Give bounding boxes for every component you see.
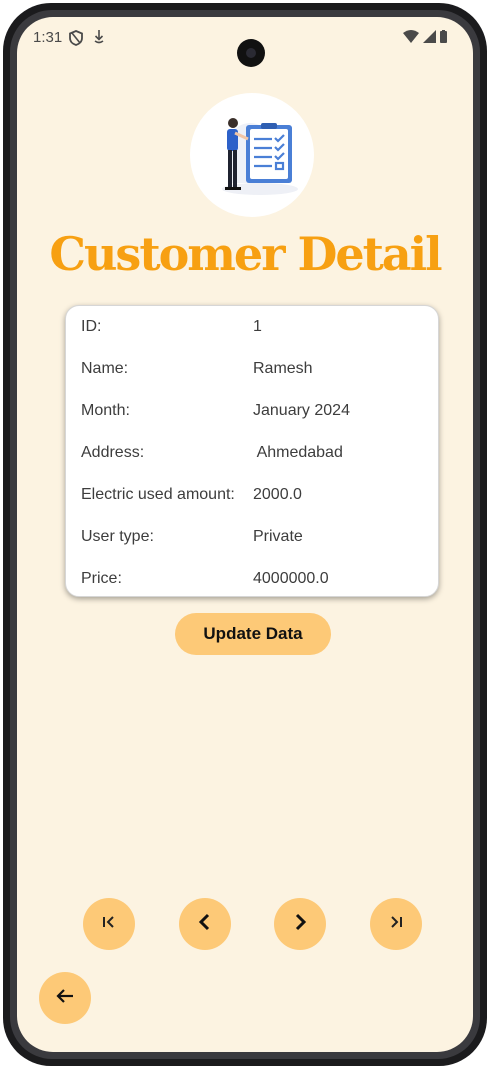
next-record-button[interactable] [274,898,326,950]
detail-label: User type: [81,528,154,545]
download-icon [93,29,105,50]
detail-label: Month: [81,402,130,419]
detail-row-month: Month: January 2024 [66,402,438,426]
status-icons [403,30,447,48]
checklist-illustration-icon [190,93,314,217]
detail-label: Electric used amount: [81,486,235,503]
detail-value: 4000000.0 [253,570,329,587]
update-data-button[interactable]: Update Data [175,613,331,655]
front-camera [237,39,265,67]
detail-row-electric-used: Electric used amount: 2000.0 [66,486,438,510]
back-button[interactable] [39,972,91,1024]
detail-row-address: Address: Ahmedabad [66,444,438,468]
wifi-icon [403,30,419,48]
shield-icon [69,30,83,51]
arrow-left-icon [55,988,75,1009]
previous-record-button[interactable] [179,898,231,950]
detail-row-name: Name: Ramesh [66,360,438,384]
first-record-button[interactable] [83,898,135,950]
detail-value: Ramesh [253,360,313,377]
chevron-right-icon [291,912,309,937]
detail-value: 1 [253,318,262,335]
page-title: Customer Detail [49,227,442,281]
detail-row-id: ID: 1 [66,318,438,342]
chevron-left-icon [196,912,214,937]
detail-label: Address: [81,444,145,461]
detail-label: ID: [81,318,102,335]
screen: 1:31 Customer Detail ID: 1 Name: Ramesh … [17,17,473,1052]
customer-detail-card: ID: 1 Name: Ramesh Month: January 2024 A… [65,305,439,597]
detail-row-price: Price: 4000000.0 [66,570,438,594]
skip-first-icon [100,914,118,935]
phone-frame: 1:31 Customer Detail ID: 1 Name: Ramesh … [3,3,487,1066]
signal-icon [423,30,436,48]
detail-value: 2000.0 [253,486,302,503]
detail-row-user-type: User type: Private [66,528,438,552]
detail-value: Private [253,528,303,545]
detail-label: Price: [81,570,122,587]
detail-label: Name: [81,360,129,377]
status-time: 1:31 [33,29,63,46]
last-record-button[interactable] [370,898,422,950]
battery-icon [440,30,447,48]
detail-value: January 2024 [253,402,350,419]
skip-last-icon [387,914,405,935]
detail-value: Ahmedabad [253,444,343,461]
